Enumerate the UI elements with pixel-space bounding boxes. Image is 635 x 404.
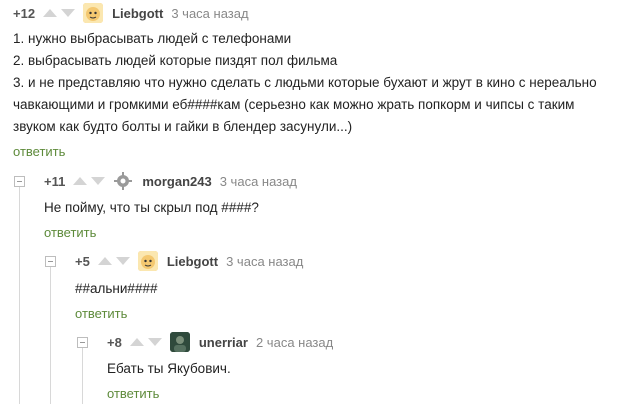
comment-line: 2. выбрасывать людей которые пиздят пол … [13,53,338,68]
username[interactable]: Liebgott [167,254,218,269]
username[interactable]: morgan243 [142,174,211,189]
reply-button[interactable]: ответить [13,144,65,159]
comment-body: ##альни#### [75,278,157,300]
comment-meta: +11 morgan243 3 часа назад [44,171,297,191]
username[interactable]: Liebgott [112,6,163,21]
rating: +8 [107,334,122,350]
comment-body: 1. нужно выбрасывать людей с телефонами … [13,28,597,138]
comment-line: Ебать ты Якубович. [107,361,231,376]
rating: +11 [44,173,66,189]
rating: +5 [75,253,90,269]
reply-button[interactable]: ответить [107,386,159,401]
vote-controls [43,9,76,17]
avatar[interactable] [113,171,134,191]
photo-avatar-icon [169,332,190,352]
comment-line: звуком как будто болты и гайки в блендер… [13,119,353,134]
thread-line [82,348,83,404]
cartoon-character-avatar-icon [137,251,158,271]
collapse-button[interactable] [45,256,56,267]
downvote-icon[interactable] [61,9,76,17]
downvote-icon[interactable] [147,338,162,346]
comment-body: Ебать ты Якубович. [107,358,231,380]
username[interactable]: unerriar [199,335,248,350]
upvote-icon[interactable] [43,9,58,17]
vote-controls [97,257,130,265]
downvote-icon[interactable] [91,177,106,185]
thread-line [19,187,20,404]
vote-controls [129,338,162,346]
upvote-icon[interactable] [73,177,88,185]
upvote-icon[interactable] [129,338,144,346]
comment-line: чавкающими и громкими еб####кам (серьезн… [13,97,575,112]
comment-meta: +5 Liebgott 3 часа назад [75,251,303,271]
avatar[interactable] [169,332,190,352]
comment-line: 3. и не представляю что нужно сделать с … [13,75,597,90]
thread-line [50,267,51,404]
comment-line: 1. нужно выбрасывать людей с телефонами [13,31,292,46]
downvote-icon[interactable] [115,257,130,265]
comment-meta: +12 Liebgott 3 часа назад [13,3,249,23]
rating: +12 [13,5,36,21]
comment-body: Не пойму, что ты скрыл под ####? [44,197,259,219]
timestamp[interactable]: 2 часа назад [256,335,333,350]
vote-controls [73,177,106,185]
timestamp[interactable]: 3 часа назад [171,6,248,21]
comment-meta: +8 unerriar 2 часа назад [107,332,333,352]
collapse-button[interactable] [77,337,88,348]
avatar[interactable] [83,3,104,23]
cartoon-character-avatar-icon [83,3,104,23]
avatar[interactable] [137,251,158,271]
collapse-button[interactable] [14,176,25,187]
upvote-icon[interactable] [97,257,112,265]
comment-line: ##альни#### [75,281,158,296]
comment-line: Не пойму, что ты скрыл под ####? [44,200,259,215]
gear-avatar-icon [114,172,133,190]
reply-button[interactable]: ответить [75,306,127,321]
timestamp[interactable]: 3 часа назад [226,254,303,269]
reply-button[interactable]: ответить [44,225,96,240]
timestamp[interactable]: 3 часа назад [220,174,297,189]
